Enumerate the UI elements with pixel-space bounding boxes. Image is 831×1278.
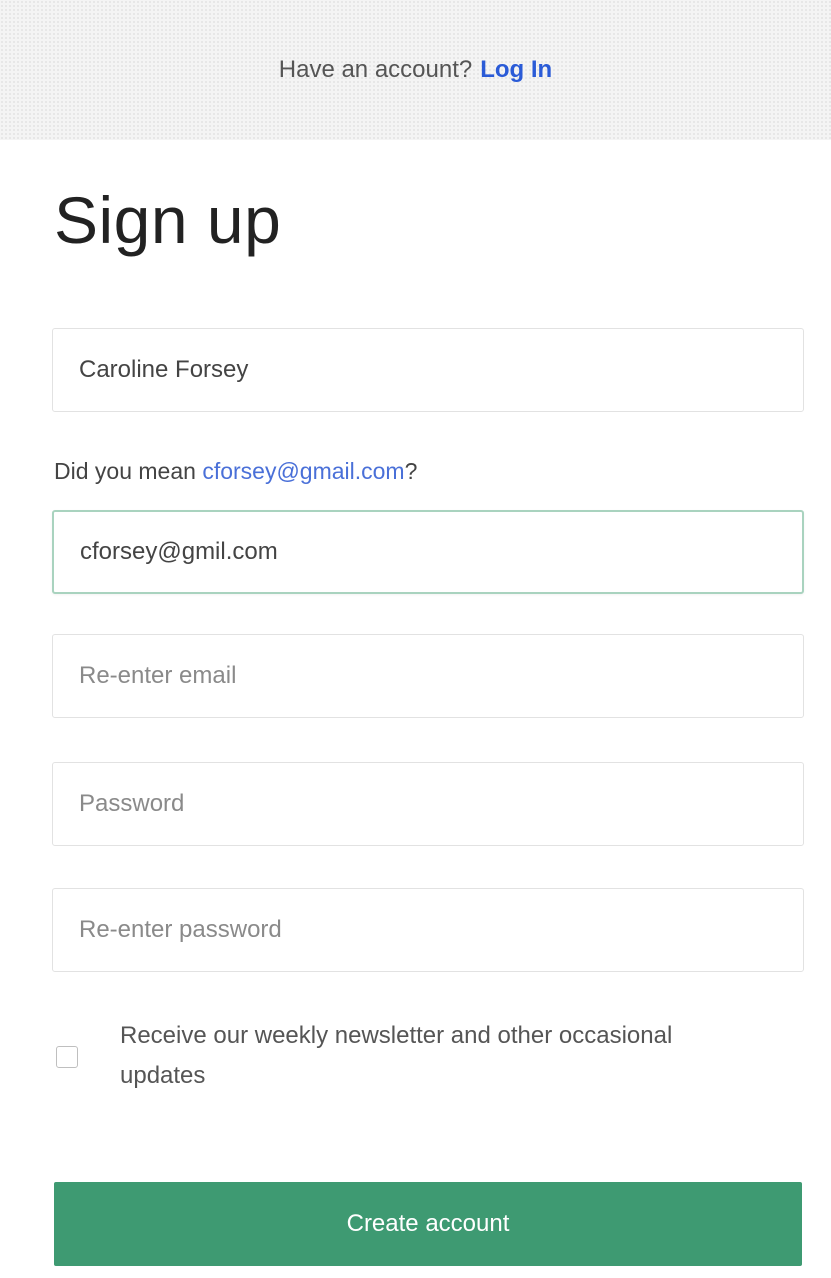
newsletter-option: Receive our weekly newsletter and other … [56,1016,796,1096]
name-field[interactable] [52,328,804,412]
password-field[interactable] [52,762,804,846]
page-title: Sign up [54,183,282,257]
have-account-text: Have an account? [278,56,473,83]
suggested-email-link[interactable]: cforsey@gmail.com [202,458,404,484]
suggestion-prefix: Did you mean [54,458,203,484]
login-banner: Have an account? Log In [0,0,831,140]
reenter-email-field[interactable] [52,634,804,718]
login-link[interactable]: Log In [480,56,552,84]
reenter-password-field[interactable] [52,888,804,972]
suggestion-suffix: ? [404,458,418,484]
create-account-button[interactable]: Create account [54,1182,802,1266]
email-field[interactable] [52,510,804,594]
newsletter-checkbox[interactable] [56,1046,78,1068]
email-suggestion: Did you mean cforsey@gmail.com? [54,458,417,485]
newsletter-label: Receive our weekly newsletter and other … [120,1022,673,1089]
